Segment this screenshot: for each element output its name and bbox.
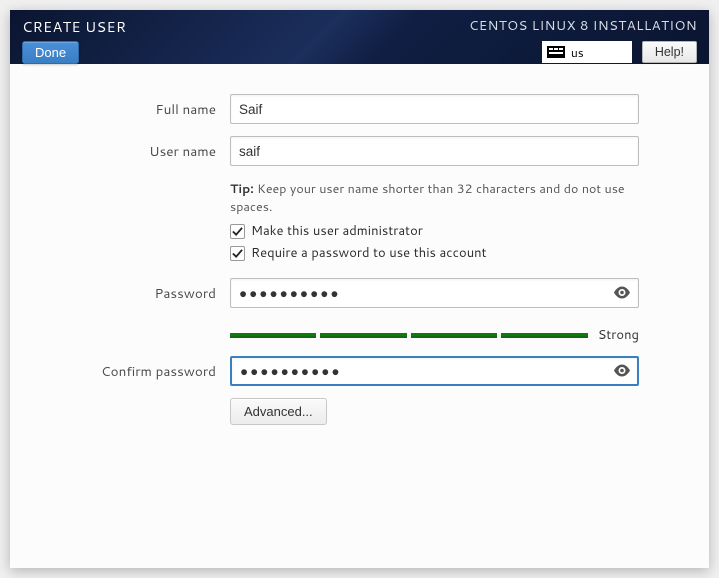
tip-text: Keep your user name shorter than 32 char…	[230, 180, 625, 216]
reveal-password-icon[interactable]	[613, 282, 631, 305]
keyboard-icon	[547, 46, 565, 58]
strength-segment	[501, 333, 587, 338]
full-name-input[interactable]	[230, 94, 639, 124]
check-icon	[232, 248, 243, 259]
create-user-screen: CREATE USER Done CENTOS LINUX 8 INSTALLA…	[10, 10, 709, 568]
password-input[interactable]	[230, 278, 639, 308]
keyboard-layout-text: us	[571, 44, 584, 61]
confirm-password-label: Confirm password	[30, 362, 230, 381]
require-password-checkbox-label: Require a password to use this account	[251, 244, 487, 262]
done-button[interactable]: Done	[22, 41, 79, 64]
full-name-label: Full name	[30, 100, 230, 119]
username-tip: Tip: Keep your user name shorter than 32…	[230, 180, 639, 216]
confirm-password-input[interactable]	[230, 356, 639, 386]
check-icon	[232, 226, 243, 237]
user-name-input[interactable]	[230, 136, 639, 166]
admin-checkbox-label: Make this user administrator	[251, 222, 423, 240]
installer-title: CENTOS LINUX 8 INSTALLATION	[469, 16, 697, 35]
user-name-label: User name	[30, 142, 230, 161]
header-bar: CREATE USER Done CENTOS LINUX 8 INSTALLA…	[10, 10, 709, 64]
keyboard-indicator[interactable]: us	[542, 41, 632, 63]
help-button[interactable]: Help!	[642, 41, 697, 63]
strength-segment	[411, 333, 497, 338]
password-strength-label: Strong	[592, 326, 639, 344]
header-right: CENTOS LINUX 8 INSTALLATION us Help!	[469, 16, 697, 63]
tip-label: Tip:	[230, 180, 254, 198]
require-password-checkbox[interactable]	[230, 246, 245, 261]
form-area: Full name User name Tip: Keep your user …	[10, 64, 709, 437]
advanced-button[interactable]: Advanced...	[230, 398, 327, 425]
strength-segment	[230, 333, 316, 338]
password-label: Password	[30, 284, 230, 303]
reveal-confirm-password-icon[interactable]	[613, 360, 631, 383]
admin-checkbox[interactable]	[230, 224, 245, 239]
password-strength-meter: Strong	[230, 326, 639, 344]
strength-segment	[320, 333, 406, 338]
